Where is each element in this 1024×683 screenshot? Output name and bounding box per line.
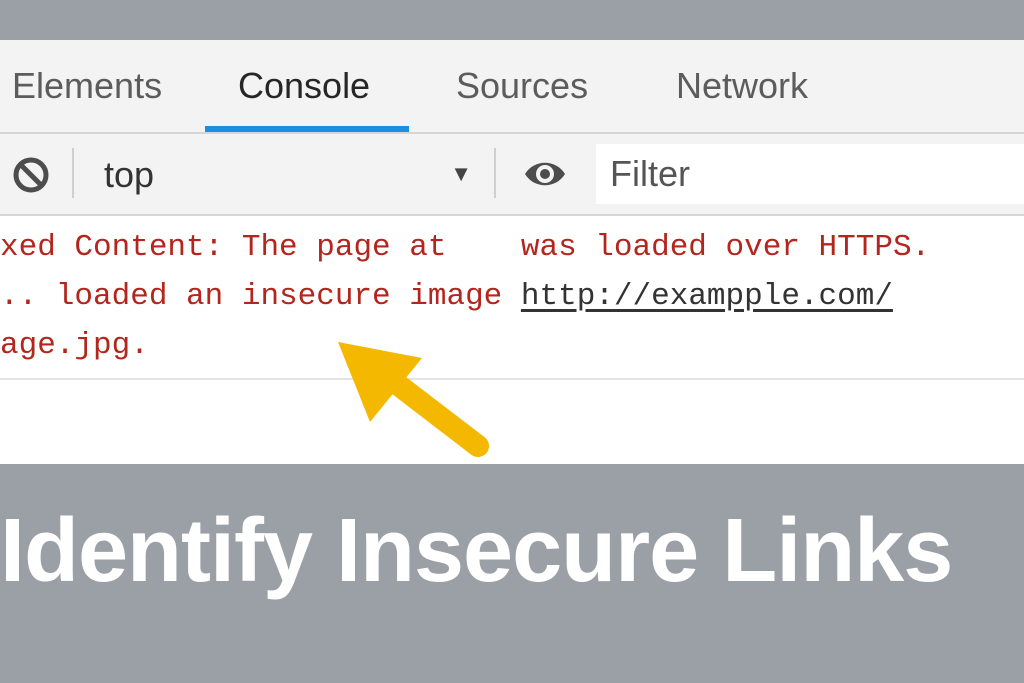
dropdown-arrow-icon: ▼ (450, 161, 472, 186)
console-error-line-2: .. loaded an insecure image http://examp… (0, 279, 893, 314)
devtools-panel: Elements Console Sources Network top ▼ F… (0, 40, 1024, 464)
active-tab-indicator (205, 126, 409, 132)
filter-box (596, 144, 1024, 204)
tab-sources[interactable]: Sources (456, 40, 588, 132)
devtools-tab-bar: Elements Console Sources Network (0, 40, 1024, 134)
toolbar-divider (72, 148, 74, 198)
console-error-line-3: age.jpg. (0, 328, 149, 363)
toolbar-divider (494, 148, 496, 198)
no-entry-icon (13, 157, 49, 193)
context-selector[interactable]: top ▼ (82, 134, 482, 214)
headline: Identify Insecure Links (0, 501, 953, 601)
console-toolbar: top ▼ (0, 134, 1024, 216)
eye-icon (525, 162, 565, 186)
filter-input[interactable] (610, 144, 1010, 204)
tab-console[interactable]: Console (238, 40, 370, 132)
tab-elements[interactable]: Elements (12, 40, 162, 132)
message-divider (0, 378, 1024, 380)
clear-console-button[interactable] (10, 154, 52, 196)
console-output: xed Content: The page at was loaded over… (0, 216, 1024, 464)
console-error-line-1: xed Content: The page at was loaded over… (0, 230, 931, 265)
tab-network[interactable]: Network (676, 40, 808, 132)
error-text: .. loaded an insecure image (0, 279, 521, 314)
context-value: top (104, 154, 155, 195)
insecure-image-link[interactable]: http://exampple.com/ (521, 279, 893, 314)
live-expression-button[interactable] (522, 156, 568, 192)
annotation-arrow-icon (338, 342, 489, 457)
